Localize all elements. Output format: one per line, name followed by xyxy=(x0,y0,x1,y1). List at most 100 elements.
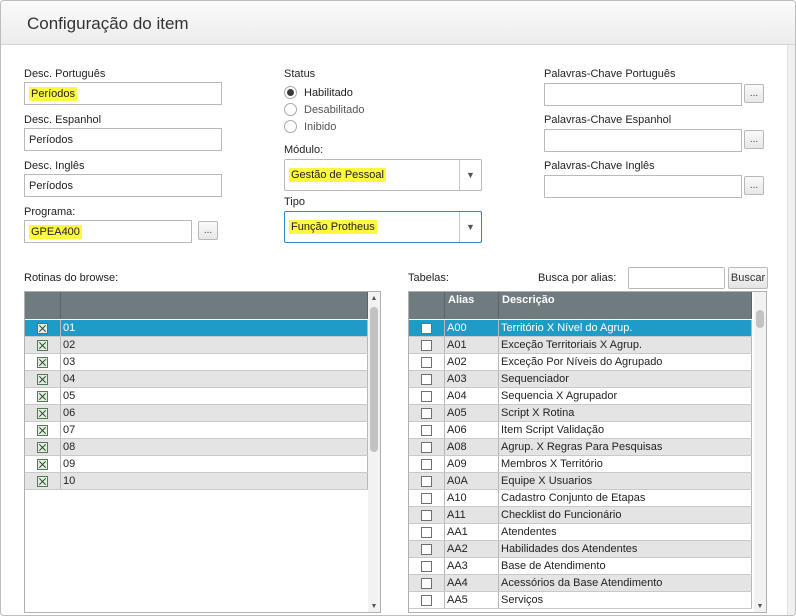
tabela-row[interactable]: A04 Sequencia X Agrupador xyxy=(409,388,752,405)
tabela-row[interactable]: A02 Exceção Por Níveis do Agrupado xyxy=(409,354,752,371)
buscar-button[interactable]: Buscar xyxy=(728,267,768,289)
checkbox-empty-icon[interactable] xyxy=(421,441,432,453)
rotina-check-cell[interactable] xyxy=(25,388,61,404)
checkbox-checked-icon[interactable] xyxy=(37,356,48,368)
tabela-row[interactable]: AA2 Habilidades dos Atendentes xyxy=(409,541,752,558)
rotina-row[interactable]: 04 xyxy=(25,371,368,388)
kw-en-input[interactable] xyxy=(544,175,742,198)
rotina-check-cell[interactable] xyxy=(25,405,61,421)
tabela-row[interactable]: AA3 Base de Atendimento xyxy=(409,558,752,575)
rotina-check-cell[interactable] xyxy=(25,422,61,438)
status-option-inibido[interactable]: Inibido xyxy=(284,120,336,133)
chevron-down-icon[interactable]: ▼ xyxy=(459,160,481,190)
checkbox-empty-icon[interactable] xyxy=(421,356,432,368)
rotina-row[interactable]: 03 xyxy=(25,354,368,371)
tabela-check-cell[interactable] xyxy=(409,558,445,574)
checkbox-empty-icon[interactable] xyxy=(421,543,432,555)
tabela-row[interactable]: AA1 Atendentes xyxy=(409,524,752,541)
status-option-desabilitado[interactable]: Desabilitado xyxy=(284,103,365,116)
rotina-check-cell[interactable] xyxy=(25,473,61,489)
tabela-check-cell[interactable] xyxy=(409,473,445,489)
tabela-check-cell[interactable] xyxy=(409,320,445,336)
tabela-check-cell[interactable] xyxy=(409,456,445,472)
rotina-row[interactable]: 06 xyxy=(25,405,368,422)
checkbox-empty-icon[interactable] xyxy=(421,339,432,351)
rotinas-scroll-thumb[interactable] xyxy=(370,307,378,452)
tabela-check-cell[interactable] xyxy=(409,422,445,438)
tabelas-scroll-thumb[interactable] xyxy=(756,310,764,328)
tabela-check-cell[interactable] xyxy=(409,575,445,591)
rotina-row[interactable]: 01 xyxy=(25,320,368,337)
kw-pt-input[interactable] xyxy=(544,83,742,106)
desc-es-input[interactable]: Períodos xyxy=(24,128,222,151)
tabela-check-cell[interactable] xyxy=(409,388,445,404)
tabela-row[interactable]: AA4 Acessórios da Base Atendimento xyxy=(409,575,752,592)
status-option-habilitado[interactable]: Habilitado xyxy=(284,86,353,99)
tabela-row[interactable]: A05 Script X Rotina xyxy=(409,405,752,422)
checkbox-checked-icon[interactable] xyxy=(37,322,48,334)
checkbox-empty-icon[interactable] xyxy=(421,475,432,487)
tabela-row[interactable]: A10 Cadastro Conjunto de Etapas xyxy=(409,490,752,507)
tabela-check-cell[interactable] xyxy=(409,405,445,421)
scroll-down-icon[interactable]: ▼ xyxy=(754,600,766,612)
modulo-select[interactable]: Gestão de Pessoal ▼ xyxy=(284,159,482,191)
checkbox-checked-icon[interactable] xyxy=(37,407,48,419)
rotina-row[interactable]: 09 xyxy=(25,456,368,473)
checkbox-empty-icon[interactable] xyxy=(421,509,432,521)
checkbox-empty-icon[interactable] xyxy=(421,407,432,419)
busca-alias-input[interactable] xyxy=(628,267,725,289)
kw-pt-button[interactable]: ... xyxy=(744,84,764,103)
checkbox-empty-icon[interactable] xyxy=(421,594,432,606)
tabela-row[interactable]: A01 Exceção Territoriais X Agrup. xyxy=(409,337,752,354)
checkbox-empty-icon[interactable] xyxy=(421,458,432,470)
dialog-scrollbar[interactable] xyxy=(787,45,795,615)
desc-en-input[interactable]: Períodos xyxy=(24,174,222,197)
checkbox-empty-icon[interactable] xyxy=(421,526,432,538)
rotina-check-cell[interactable] xyxy=(25,354,61,370)
checkbox-empty-icon[interactable] xyxy=(421,577,432,589)
checkbox-empty-icon[interactable] xyxy=(421,560,432,572)
tabela-row[interactable]: A06 Item Script Validação xyxy=(409,422,752,439)
rotina-check-cell[interactable] xyxy=(25,371,61,387)
checkbox-empty-icon[interactable] xyxy=(421,322,432,334)
tabelas-col-alias[interactable]: Alias xyxy=(445,292,499,319)
desc-pt-input[interactable]: Períodos xyxy=(24,82,222,105)
kw-en-button[interactable]: ... xyxy=(744,176,764,195)
tabela-row[interactable]: AA5 Serviços xyxy=(409,592,752,609)
rotina-row[interactable]: 07 xyxy=(25,422,368,439)
checkbox-checked-icon[interactable] xyxy=(37,373,48,385)
checkbox-checked-icon[interactable] xyxy=(37,458,48,470)
rotinas-scrollbar[interactable]: ▲ ▼ xyxy=(368,292,380,612)
checkbox-empty-icon[interactable] xyxy=(421,424,432,436)
kw-es-input[interactable] xyxy=(544,129,742,152)
rotina-row[interactable]: 05 xyxy=(25,388,368,405)
scroll-up-icon[interactable]: ▲ xyxy=(368,292,380,304)
rotina-check-cell[interactable] xyxy=(25,320,61,336)
checkbox-checked-icon[interactable] xyxy=(37,390,48,402)
tabela-check-cell[interactable] xyxy=(409,507,445,523)
rotina-check-cell[interactable] xyxy=(25,439,61,455)
tabela-row[interactable]: A03 Sequenciador xyxy=(409,371,752,388)
chevron-down-icon[interactable]: ▼ xyxy=(459,212,481,242)
tabela-row[interactable]: A08 Agrup. X Regras Para Pesquisas xyxy=(409,439,752,456)
tabela-check-cell[interactable] xyxy=(409,524,445,540)
checkbox-empty-icon[interactable] xyxy=(421,492,432,504)
tabela-check-cell[interactable] xyxy=(409,439,445,455)
rotina-check-cell[interactable] xyxy=(25,337,61,353)
rotina-row[interactable]: 10 xyxy=(25,473,368,490)
checkbox-empty-icon[interactable] xyxy=(421,390,432,402)
tipo-select[interactable]: Função Protheus ▼ xyxy=(284,211,482,243)
tabela-check-cell[interactable] xyxy=(409,337,445,353)
tabela-check-cell[interactable] xyxy=(409,371,445,387)
tabelas-col-descricao[interactable]: Descrição xyxy=(499,292,752,319)
checkbox-checked-icon[interactable] xyxy=(37,441,48,453)
rotina-check-cell[interactable] xyxy=(25,456,61,472)
programa-input[interactable]: GPEA400 xyxy=(24,220,192,243)
tabela-check-cell[interactable] xyxy=(409,354,445,370)
tabela-check-cell[interactable] xyxy=(409,490,445,506)
tabela-row[interactable]: A0A Equipe X Usuarios xyxy=(409,473,752,490)
tabela-row[interactable]: A11 Checklist do Funcionário xyxy=(409,507,752,524)
tabelas-scrollbar[interactable]: ▼ xyxy=(754,292,766,612)
scroll-down-icon[interactable]: ▼ xyxy=(368,600,380,612)
checkbox-checked-icon[interactable] xyxy=(37,475,48,487)
